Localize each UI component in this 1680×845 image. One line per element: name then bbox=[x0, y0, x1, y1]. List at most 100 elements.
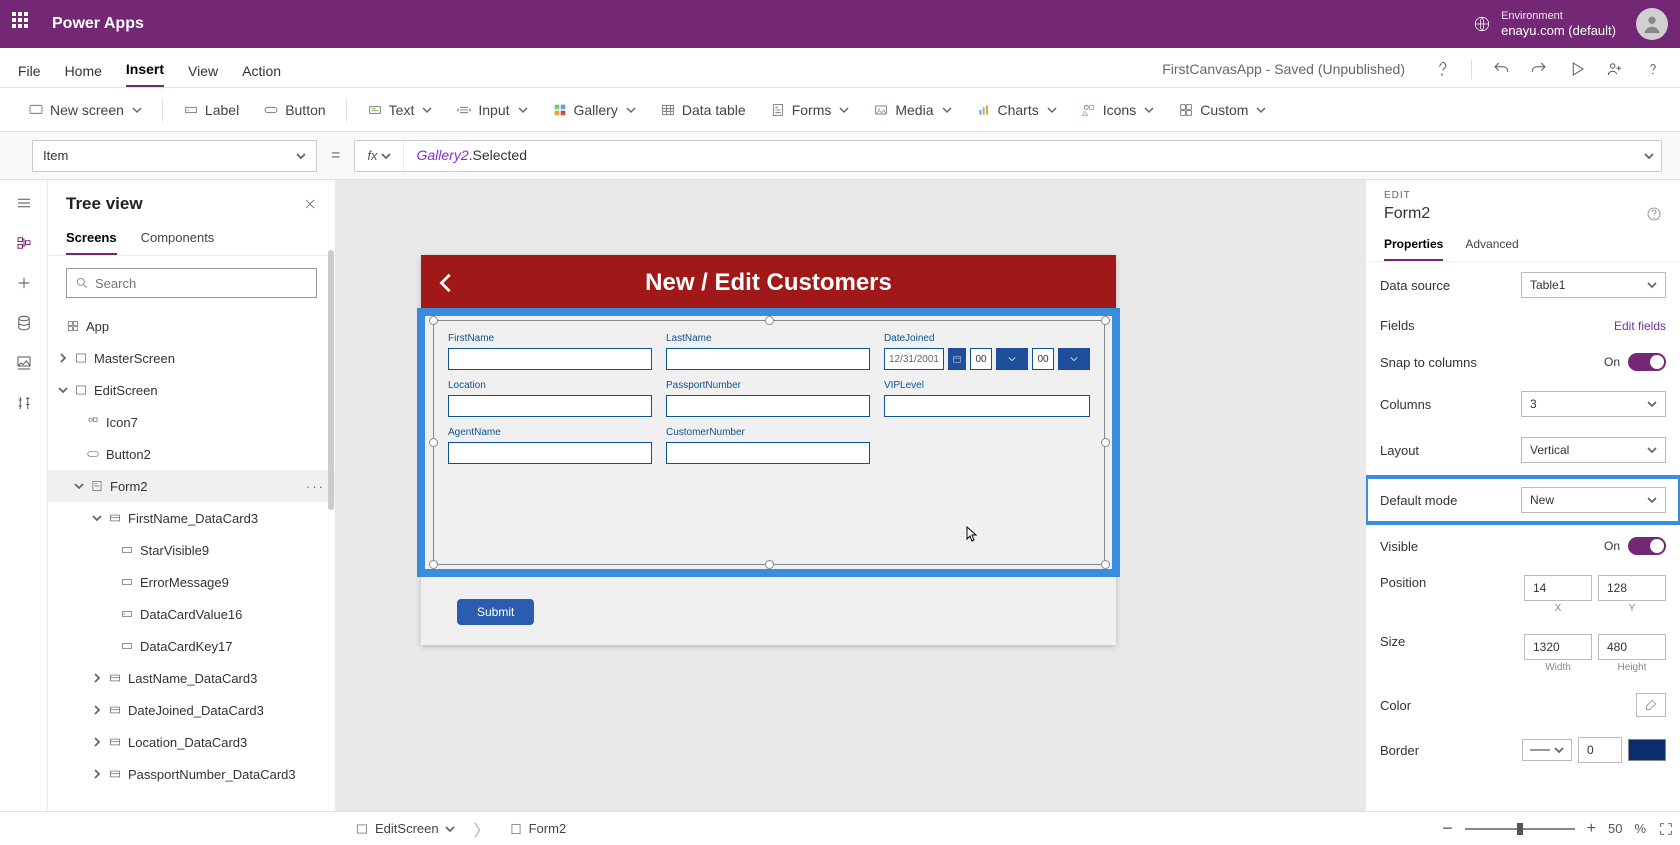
undo-icon[interactable] bbox=[1492, 60, 1510, 78]
button-button[interactable]: Button bbox=[253, 98, 335, 122]
back-icon[interactable] bbox=[435, 272, 457, 294]
field-viplevel[interactable]: VIPLevel bbox=[884, 380, 1090, 417]
tree-node-editscreen[interactable]: EditScreen bbox=[48, 374, 335, 406]
pos-y-input[interactable]: 128 bbox=[1598, 575, 1666, 601]
field-datejoined[interactable]: DateJoined 12/31/2001 00 00 bbox=[884, 333, 1090, 370]
media-menu[interactable]: Media bbox=[863, 98, 961, 122]
more-icon[interactable]: ··· bbox=[306, 479, 325, 494]
width-input[interactable]: 1320 bbox=[1524, 634, 1592, 660]
new-screen-button[interactable]: New screen bbox=[18, 98, 152, 122]
tree-node-masterscreen[interactable]: MasterScreen bbox=[48, 342, 335, 374]
formula-input[interactable]: fx Gallery2.Selected bbox=[354, 140, 1662, 172]
hamburger-icon[interactable] bbox=[15, 194, 33, 212]
border-style-select[interactable] bbox=[1522, 739, 1572, 761]
tree-node-dcv16[interactable]: DataCardValue16 bbox=[48, 598, 335, 630]
pos-x-input[interactable]: 14 bbox=[1524, 575, 1592, 601]
tree-node-form2[interactable]: Form2 ··· bbox=[48, 470, 335, 502]
field-passport[interactable]: PassportNumber bbox=[666, 380, 870, 417]
forms-menu[interactable]: Forms bbox=[760, 98, 860, 122]
editscreen-preview[interactable]: New / Edit Customers FirstName LastName … bbox=[421, 255, 1116, 645]
columns-select[interactable]: 3 bbox=[1521, 391, 1666, 417]
color-picker[interactable] bbox=[1636, 693, 1666, 717]
label-button[interactable]: Label bbox=[173, 98, 249, 122]
info-icon[interactable] bbox=[1646, 206, 1662, 222]
zoom-in[interactable]: + bbox=[1587, 820, 1596, 838]
custom-menu[interactable]: Custom bbox=[1168, 98, 1276, 122]
redo-icon[interactable] bbox=[1530, 60, 1548, 78]
advanced-tools-icon[interactable] bbox=[15, 394, 33, 412]
tree-node-dck17[interactable]: DataCardKey17 bbox=[48, 630, 335, 662]
tree-node-star9[interactable]: StarVisible9 bbox=[48, 534, 335, 566]
zoom-control[interactable]: − + 50 % bbox=[1442, 818, 1674, 839]
border-width-input[interactable]: 0 bbox=[1578, 737, 1622, 763]
tree-tab-components[interactable]: Components bbox=[141, 224, 215, 255]
insert-ribbon: New screen Label Button Text Input Galle… bbox=[0, 88, 1680, 132]
tree-scrollbar[interactable] bbox=[328, 250, 334, 510]
border-color-swatch[interactable] bbox=[1628, 739, 1666, 761]
calendar-icon[interactable] bbox=[948, 348, 966, 370]
form2-body[interactable]: FirstName LastName DateJoined 12/31/2001… bbox=[433, 320, 1105, 565]
menu-file[interactable]: File bbox=[18, 63, 41, 87]
gallery-menu[interactable]: Gallery bbox=[542, 98, 646, 122]
tree-node-err9[interactable]: ErrorMessage9 bbox=[48, 566, 335, 598]
height-input[interactable]: 480 bbox=[1598, 634, 1666, 660]
props-tab-properties[interactable]: Properties bbox=[1384, 231, 1443, 261]
text-menu[interactable]: Text bbox=[357, 98, 443, 122]
tree-view-icon[interactable] bbox=[15, 234, 33, 252]
property-selector[interactable]: Item bbox=[32, 140, 317, 172]
tree-node-datejoined-dc[interactable]: DateJoined_DataCard3 bbox=[48, 694, 335, 726]
hour-dropdown[interactable] bbox=[996, 348, 1028, 370]
menu-view[interactable]: View bbox=[188, 63, 218, 87]
tree-node-firstname-dc[interactable]: FirstName_DataCard3 bbox=[48, 502, 335, 534]
field-firstname[interactable]: FirstName bbox=[448, 333, 652, 370]
tree-node-button2[interactable]: Button2 bbox=[48, 438, 335, 470]
breadcrumb-screen[interactable]: EditScreen bbox=[344, 816, 466, 841]
user-avatar[interactable] bbox=[1636, 8, 1668, 40]
menu-action[interactable]: Action bbox=[242, 63, 281, 87]
chevron-right-icon bbox=[58, 353, 68, 363]
default-mode-select[interactable]: New bbox=[1521, 487, 1666, 513]
insert-pane-icon[interactable] bbox=[15, 274, 33, 292]
play-icon[interactable] bbox=[1568, 60, 1586, 78]
tree-node-app[interactable]: App bbox=[48, 310, 335, 342]
tree-node-lastname-dc[interactable]: LastName_DataCard3 bbox=[48, 662, 335, 694]
app-launcher-icon[interactable] bbox=[12, 12, 36, 36]
snap-toggle[interactable] bbox=[1628, 353, 1666, 371]
input-menu[interactable]: Input bbox=[446, 98, 537, 122]
search-input[interactable] bbox=[95, 276, 308, 291]
tree-tab-screens[interactable]: Screens bbox=[66, 224, 117, 255]
minute-dropdown[interactable] bbox=[1058, 348, 1090, 370]
field-agentname[interactable]: AgentName bbox=[448, 427, 652, 464]
props-tab-advanced[interactable]: Advanced bbox=[1465, 231, 1518, 261]
tree-search[interactable] bbox=[66, 268, 317, 298]
app-checker-icon[interactable] bbox=[1433, 60, 1451, 78]
submit-button[interactable]: Submit bbox=[457, 599, 534, 625]
help-icon[interactable] bbox=[1644, 60, 1662, 78]
zoom-out[interactable]: − bbox=[1442, 818, 1453, 839]
zoom-slider[interactable] bbox=[1465, 828, 1575, 830]
visible-toggle[interactable] bbox=[1628, 537, 1666, 555]
tree-node-location-dc[interactable]: Location_DataCard3 bbox=[48, 726, 335, 758]
data-pane-icon[interactable] bbox=[15, 314, 33, 332]
tree-node-icon7[interactable]: Icon7 bbox=[48, 406, 335, 438]
tree-node-passport-dc[interactable]: PassportNumber_DataCard3 bbox=[48, 758, 335, 790]
fit-to-window-icon[interactable] bbox=[1658, 821, 1674, 837]
field-location[interactable]: Location bbox=[448, 380, 652, 417]
charts-menu[interactable]: Charts bbox=[966, 98, 1067, 122]
field-customernumber[interactable]: CustomerNumber bbox=[666, 427, 870, 464]
canvas[interactable]: New / Edit Customers FirstName LastName … bbox=[336, 180, 1365, 811]
edit-fields-link[interactable]: Edit fields bbox=[1614, 319, 1666, 333]
data-source-select[interactable]: Table1 bbox=[1521, 272, 1666, 298]
expand-formula-icon[interactable] bbox=[1637, 151, 1661, 161]
menu-insert[interactable]: Insert bbox=[126, 61, 164, 87]
close-icon[interactable] bbox=[303, 197, 317, 211]
field-lastname[interactable]: LastName bbox=[666, 333, 870, 370]
breadcrumb-form[interactable]: Form2 bbox=[498, 816, 578, 841]
share-icon[interactable] bbox=[1606, 60, 1624, 78]
icons-menu[interactable]: Icons bbox=[1071, 98, 1164, 122]
media-pane-icon[interactable] bbox=[15, 354, 33, 372]
layout-select[interactable]: Vertical bbox=[1521, 437, 1666, 463]
menu-home[interactable]: Home bbox=[65, 63, 102, 87]
data-table-button[interactable]: Data table bbox=[650, 98, 756, 122]
environment-picker[interactable]: Environment enayu.com (default) bbox=[1473, 10, 1616, 39]
